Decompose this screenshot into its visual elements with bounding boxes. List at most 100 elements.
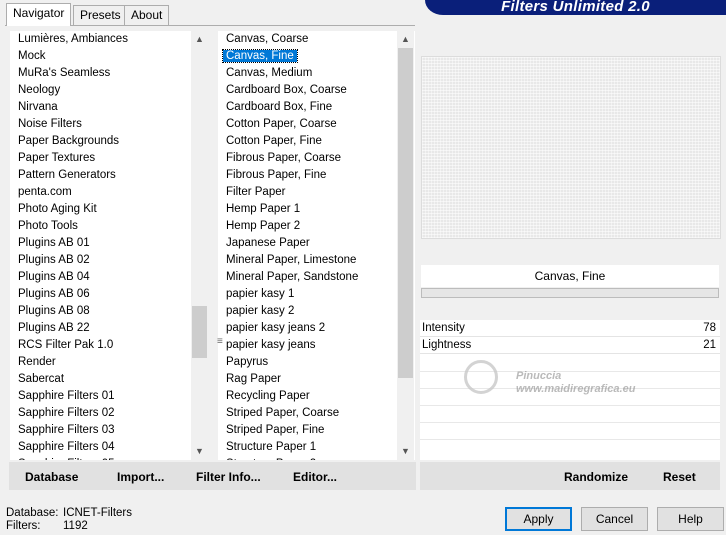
- list-item-label: Lumières, Ambiances: [18, 33, 128, 45]
- chevron-up-icon[interactable]: ▲: [397, 31, 414, 48]
- filter-list[interactable]: Canvas, Coarse Canvas, Fine Canvas, Medium…: [218, 31, 415, 460]
- category-item[interactable]: Render: [10, 354, 128, 371]
- filter-item[interactable]: Hemp Paper 2: [218, 218, 358, 235]
- filter-item[interactable]: papier kasy jeans: [218, 337, 358, 354]
- filter-item[interactable]: Papyrus: [218, 354, 358, 371]
- filter-scroll-thumb[interactable]: [398, 48, 413, 378]
- category-item[interactable]: Sapphire Filters 03: [10, 422, 128, 439]
- category-item[interactable]: Plugins AB 04: [10, 269, 128, 286]
- editor-button[interactable]: Editor...: [293, 462, 337, 490]
- tab-about[interactable]: About: [124, 5, 170, 25]
- param-name: Lightness: [422, 339, 472, 351]
- category-item[interactable]: Lumières, Ambiances: [10, 31, 128, 48]
- category-list[interactable]: Lumières, Ambiances Mock MuRa's Seamless Ne…: [10, 31, 207, 460]
- filter-item[interactable]: Fibrous Paper, Fine: [218, 167, 358, 184]
- filter-item[interactable]: papier kasy 1: [218, 286, 358, 303]
- filter-item[interactable]: Japanese Paper: [218, 235, 358, 252]
- category-item[interactable]: Plugins AB 02: [10, 252, 128, 269]
- category-item[interactable]: penta.com: [10, 184, 128, 201]
- category-scroll-thumb[interactable]: [192, 306, 207, 358]
- category-item[interactable]: MuRa's Seamless: [10, 65, 128, 82]
- list-item-label: Canvas, Coarse: [226, 33, 309, 45]
- filter-item[interactable]: Structure Paper 1: [218, 439, 358, 456]
- list-item-label: Mock: [18, 50, 46, 62]
- filter-item[interactable]: Mineral Paper, Limestone: [218, 252, 358, 269]
- param-slot-line: [420, 422, 720, 423]
- list-item-label: Hemp Paper 2: [226, 220, 301, 232]
- category-item[interactable]: Photo Aging Kit: [10, 201, 128, 218]
- category-item[interactable]: Sabercat: [10, 371, 128, 388]
- cancel-button[interactable]: Cancel: [581, 507, 648, 531]
- filter-item[interactable]: Recycling Paper: [218, 388, 358, 405]
- filter-item[interactable]: Rag Paper: [218, 371, 358, 388]
- param-row-intensity[interactable]: Intensity 78: [420, 320, 720, 337]
- filter-item[interactable]: Mineral Paper, Sandstone: [218, 269, 358, 286]
- chevron-down-icon[interactable]: ▼: [397, 443, 414, 460]
- import-button[interactable]: Import...: [117, 462, 164, 490]
- filter-item[interactable]: Canvas, Coarse: [218, 31, 358, 48]
- filter-item[interactable]: Filter Paper: [218, 184, 358, 201]
- database-button[interactable]: Database: [25, 462, 78, 490]
- filter-item[interactable]: Striped Paper, Coarse: [218, 405, 358, 422]
- list-item-label: Photo Aging Kit: [18, 203, 97, 215]
- filter-item[interactable]: Fibrous Paper, Coarse: [218, 150, 358, 167]
- filter-item[interactable]: Hemp Paper 1: [218, 201, 358, 218]
- filter-info-button[interactable]: Filter Info...: [196, 462, 261, 490]
- category-item[interactable]: Pattern Generators: [10, 167, 128, 184]
- category-item[interactable]: RCS Filter Pak 1.0: [10, 337, 128, 354]
- filter-item[interactable]: Canvas, Medium: [218, 65, 358, 82]
- category-item[interactable]: Nirvana: [10, 99, 128, 116]
- filter-item[interactable]: Cardboard Box, Fine: [218, 99, 358, 116]
- filter-item[interactable]: Striped Paper, Fine: [218, 422, 358, 439]
- category-item[interactable]: Sapphire Filters 02: [10, 405, 128, 422]
- filter-item[interactable]: Structure Paper 2: [218, 456, 358, 460]
- tab-presets[interactable]: Presets: [73, 5, 128, 25]
- category-item[interactable]: Plugins AB 22: [10, 320, 128, 337]
- category-item[interactable]: Noise Filters: [10, 116, 128, 133]
- category-item[interactable]: Sapphire Filters 04: [10, 439, 128, 456]
- filter-item[interactable]: Cardboard Box, Coarse: [218, 82, 358, 99]
- tab-navigator[interactable]: Navigator: [6, 3, 72, 26]
- category-item[interactable]: Sapphire Filters 05: [10, 456, 128, 460]
- category-item[interactable]: Sapphire Filters 01: [10, 388, 128, 405]
- list-item-label: Fibrous Paper, Coarse: [226, 152, 342, 164]
- category-item[interactable]: Paper Backgrounds: [10, 133, 128, 150]
- filter-item[interactable]: papier kasy jeans 2: [218, 320, 358, 337]
- status-filters-value: 1192: [63, 520, 88, 532]
- param-name: Intensity: [422, 322, 465, 334]
- apply-button[interactable]: Apply: [505, 507, 572, 531]
- list-item-label: Canvas, Fine: [222, 49, 298, 63]
- brand-banner: Filters Unlimited 2.0: [425, 0, 726, 15]
- list-item-label: Striped Paper, Coarse: [226, 407, 340, 419]
- list-item-label: penta.com: [18, 186, 72, 198]
- grip-icon[interactable]: ≡: [217, 337, 223, 352]
- param-row-lightness[interactable]: Lightness 21: [420, 337, 720, 354]
- list-item-label: Neology: [18, 84, 61, 96]
- category-item[interactable]: Plugins AB 06: [10, 286, 128, 303]
- list-item-label: Cotton Paper, Fine: [226, 135, 322, 147]
- filter-scrollbar[interactable]: ▲ ▼: [397, 31, 414, 460]
- filter-item[interactable]: Canvas, Fine: [218, 48, 358, 65]
- filter-item[interactable]: Cotton Paper, Fine: [218, 133, 358, 150]
- category-item[interactable]: Photo Tools: [10, 218, 128, 235]
- category-item[interactable]: Plugins AB 01: [10, 235, 128, 252]
- list-item-label: MuRa's Seamless: [18, 67, 111, 79]
- category-item[interactable]: Paper Textures: [10, 150, 128, 167]
- list-item-label: Cotton Paper, Coarse: [226, 118, 337, 130]
- filter-item[interactable]: papier kasy 2: [218, 303, 358, 320]
- chevron-down-icon[interactable]: ▼: [191, 443, 207, 460]
- category-scrollbar[interactable]: ▲ ▼: [191, 31, 207, 460]
- list-item-label: Photo Tools: [18, 220, 78, 232]
- list-item-label: Fibrous Paper, Fine: [226, 169, 327, 181]
- category-item[interactable]: Neology: [10, 82, 128, 99]
- list-item-label: papier kasy 1: [226, 288, 295, 300]
- category-item[interactable]: Plugins AB 08: [10, 303, 128, 320]
- chevron-up-icon[interactable]: ▲: [191, 31, 207, 48]
- reset-button[interactable]: Reset: [663, 462, 696, 490]
- list-item-label: Sapphire Filters 04: [18, 441, 115, 453]
- help-button[interactable]: Help: [657, 507, 724, 531]
- filter-item[interactable]: Cotton Paper, Coarse: [218, 116, 358, 133]
- randomize-button[interactable]: Randomize: [564, 462, 628, 490]
- list-item-label: Paper Textures: [18, 152, 96, 164]
- category-item[interactable]: Mock: [10, 48, 128, 65]
